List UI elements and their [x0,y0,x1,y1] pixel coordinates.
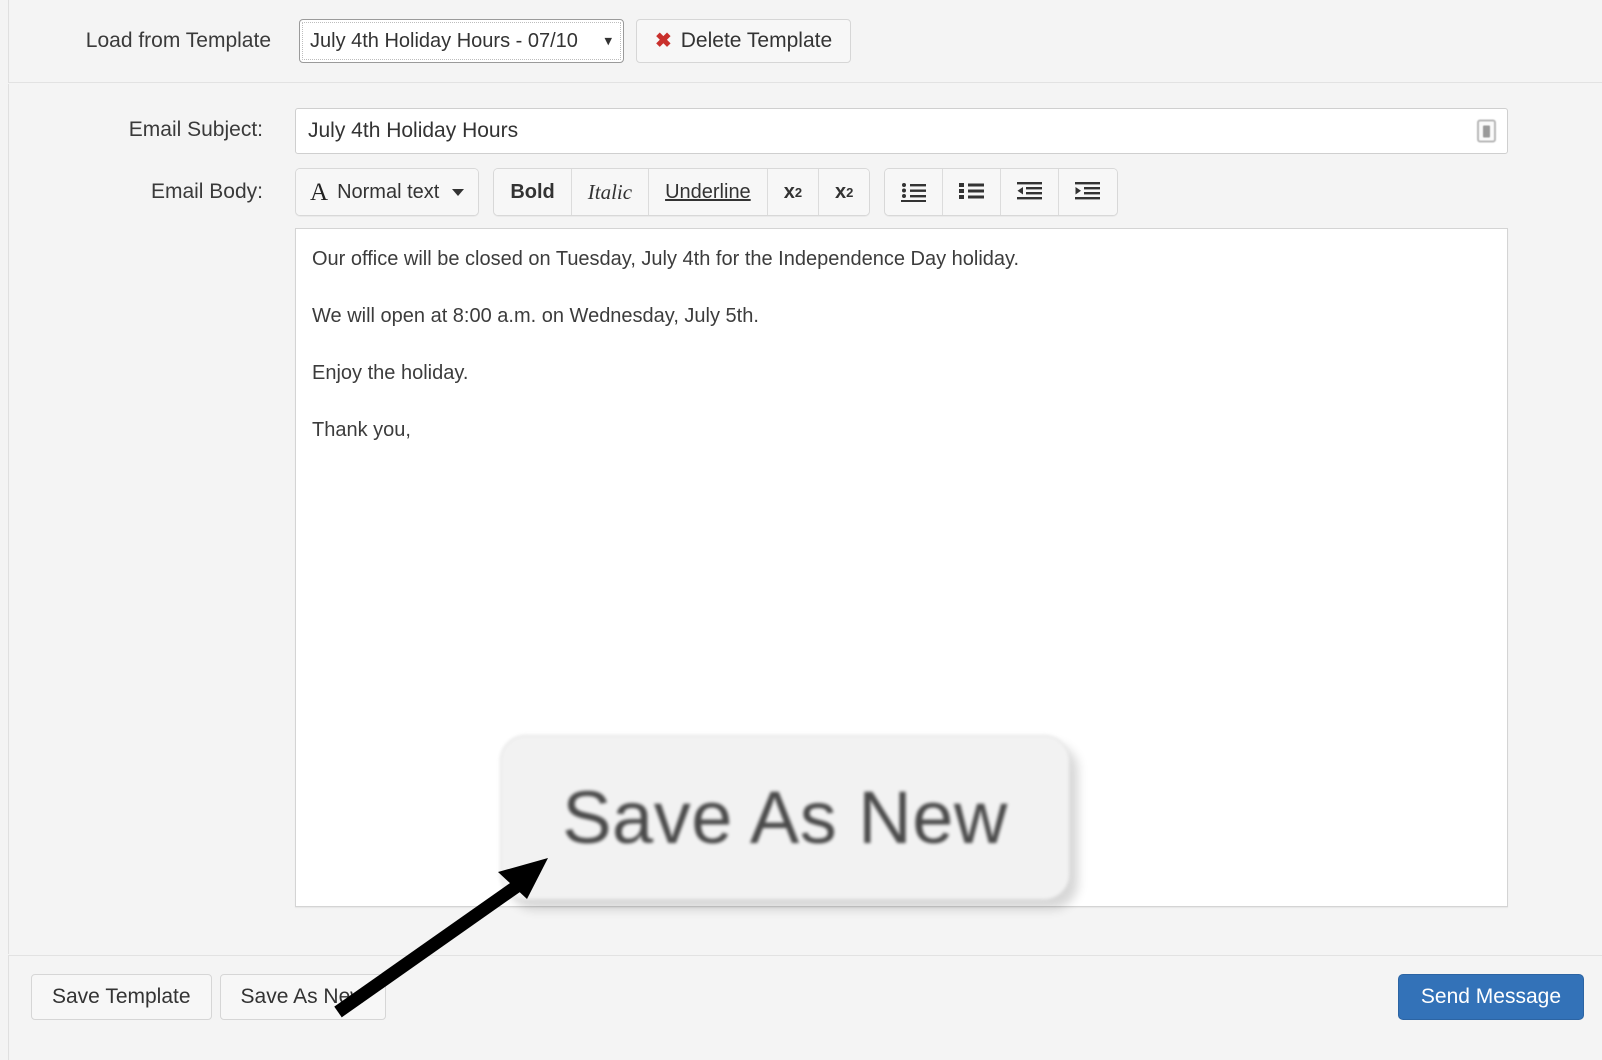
template-bar: Load from Template July 4th Holiday Hour… [8,0,1602,83]
footer-left-buttons: Save Template Save As New [31,974,387,1020]
increase-indent-button[interactable] [1059,169,1118,215]
text-style-group: A Normal text [295,168,480,216]
subject-input-wrapper [295,108,1508,154]
caret-down-icon [452,188,465,196]
normal-text-label: Normal text [337,180,440,203]
editor-toolbar: A Normal text Bold Italic Underline x2 x… [295,168,1508,216]
email-body-label: Email Body: [150,180,263,203]
subject-row: Email Subject: [9,84,1602,154]
email-subject-label: Email Subject: [128,118,263,141]
italic-button[interactable]: Italic [571,169,650,215]
numbered-list-icon [958,183,984,199]
format-group: Bold Italic Underline x2 x2 [493,168,871,216]
body-paragraph: We will open at 8:00 a.m. on Wednesday, … [312,305,759,327]
bulleted-list-button[interactable] [885,169,944,215]
list-group [884,168,1119,216]
load-from-template-label: Load from Template [85,29,271,52]
footer-bar: Save Template Save As New Send Message [8,955,1602,1060]
normal-text-dropdown[interactable]: A Normal text [296,169,479,215]
superscript-button[interactable]: x2 [819,169,870,215]
body-paragraph: Thank you, [312,419,411,441]
insert-merge-field-icon[interactable] [1477,119,1496,143]
bold-button[interactable]: Bold [494,169,572,215]
email-composer-screen: Load from Template July 4th Holiday Hour… [0,0,1602,1060]
email-subject-input[interactable] [295,108,1508,154]
delete-template-button[interactable]: ✖ Delete Template [636,19,852,63]
body-paragraph: Our office will be closed on Tuesday, Ju… [312,248,1020,270]
save-template-button[interactable]: Save Template [31,974,212,1020]
bulleted-list-icon [900,183,926,202]
underline-button[interactable]: Underline [649,169,768,215]
template-select-wrapper: July 4th Holiday Hours - 07/10 ▾ [299,19,624,63]
indent-icon [1075,182,1101,200]
font-style-a-icon: A [310,178,329,206]
subscript-button[interactable]: x2 [767,169,820,215]
send-message-button[interactable]: Send Message [1397,974,1584,1020]
delete-template-label: Delete Template [680,29,833,52]
numbered-list-button[interactable] [943,169,1002,215]
callout-label: Save As New [562,776,1008,859]
save-as-new-button[interactable]: Save As New [219,974,387,1020]
decrease-indent-button[interactable] [1001,169,1060,215]
x-mark-icon: ✖ [655,30,672,52]
body-paragraph: Enjoy the holiday. [312,362,469,384]
load-from-template-select[interactable]: July 4th Holiday Hours - 07/10 [299,19,624,63]
outdent-icon [1016,182,1042,200]
save-as-new-magnified-callout: Save As New [500,735,1070,900]
